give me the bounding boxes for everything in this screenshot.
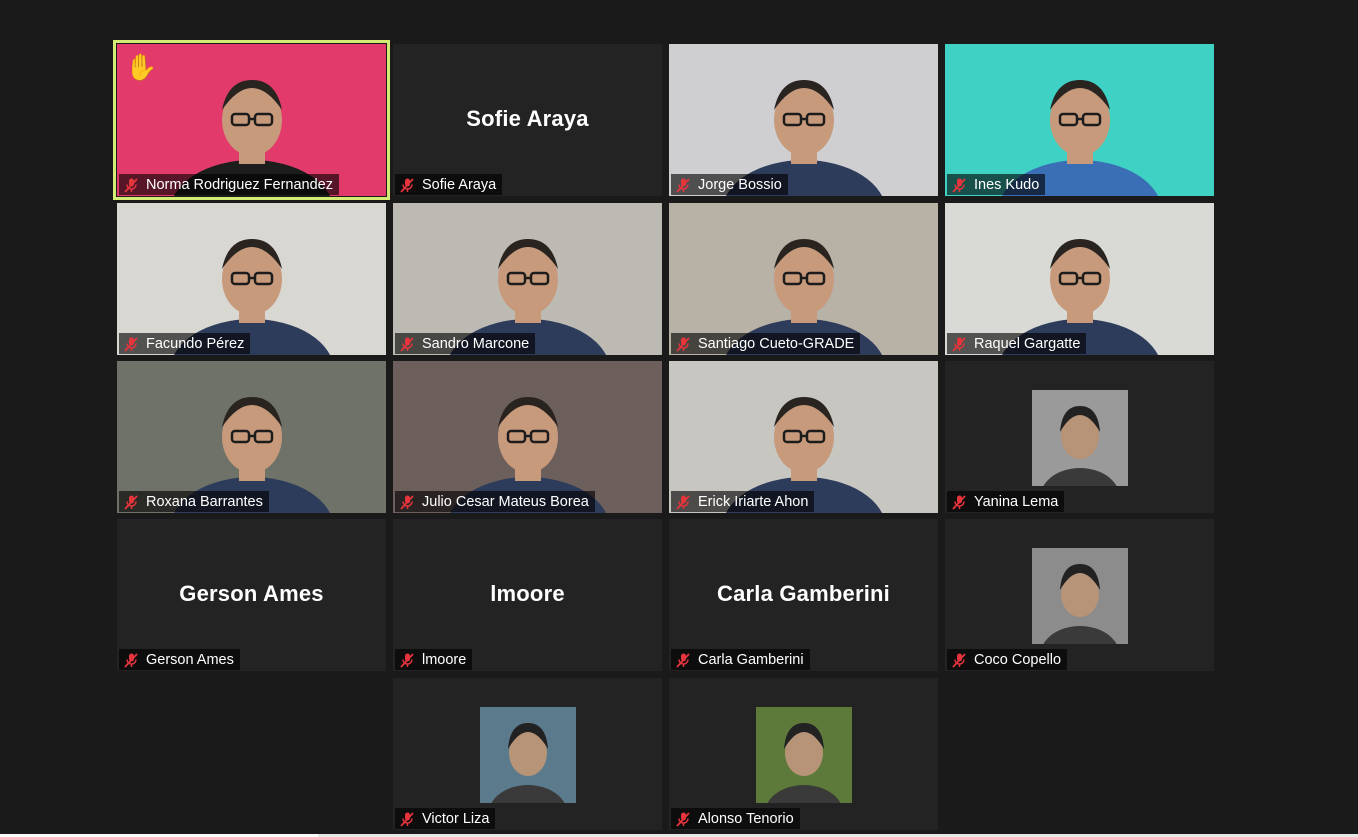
participant-tile-jorge-bossio[interactable]: Jorge Bossio	[669, 44, 938, 196]
participant-tile-coco-copello[interactable]: Coco Copello	[945, 519, 1214, 671]
participant-name: Facundo Pérez	[146, 335, 245, 352]
participant-tile-santiago-cueto-grade[interactable]: Santiago Cueto-GRADE	[669, 203, 938, 355]
participant-tile-facundo-perez[interactable]: Facundo Pérez	[117, 203, 386, 355]
microphone-muted-icon	[399, 652, 415, 668]
participant-tile-julio-cesar-mateus-borea[interactable]: Julio Cesar Mateus Borea	[393, 361, 662, 513]
microphone-muted-icon	[399, 177, 415, 193]
participant-name: Roxana Barrantes	[146, 493, 263, 510]
participant-name: Victor Liza	[422, 810, 490, 827]
microphone-muted-icon	[399, 494, 415, 510]
participant-name-label: Jorge Bossio	[671, 174, 788, 195]
participant-center-name: Gerson Ames	[179, 581, 324, 606]
microphone-muted-icon	[399, 811, 415, 827]
microphone-muted-icon	[951, 336, 967, 352]
participant-name-label: Erick Iriarte Ahon	[671, 491, 815, 512]
microphone-muted-icon	[123, 177, 139, 193]
microphone-muted-icon	[951, 177, 967, 193]
participant-tile-victor-liza[interactable]: Victor Liza	[393, 678, 662, 830]
participant-name: Julio Cesar Mateus Borea	[422, 493, 589, 510]
microphone-muted-icon	[951, 494, 967, 510]
participant-avatar	[479, 707, 576, 803]
participant-name-label: Sandro Marcone	[395, 333, 536, 354]
participant-tile-yanina-lema[interactable]: Yanina Lema	[945, 361, 1214, 513]
participant-tile-roxana-barrantes[interactable]: Roxana Barrantes	[117, 361, 386, 513]
participant-tile-norma-rodriguez-fernandez[interactable]: ✋ Norma Rodriguez Fernandez	[113, 40, 390, 200]
participant-tile-gerson-ames[interactable]: Gerson Ames Gerson Ames	[117, 519, 386, 671]
microphone-muted-icon	[675, 811, 691, 827]
participant-name: Ines Kudo	[974, 176, 1040, 193]
participant-name-label: Sofie Araya	[395, 174, 503, 195]
participant-name: Alonso Tenorio	[698, 810, 794, 827]
microphone-muted-icon	[399, 336, 415, 352]
participant-name: Erick Iriarte Ahon	[698, 493, 809, 510]
participant-tile-erick-iriarte-ahon[interactable]: Erick Iriarte Ahon	[669, 361, 938, 513]
microphone-muted-icon	[123, 336, 139, 352]
participant-center-name: Carla Gamberini	[717, 581, 890, 606]
participant-name: Raquel Gargatte	[974, 335, 1081, 352]
participant-center-name: Sofie Araya	[466, 106, 589, 131]
microphone-muted-icon	[123, 652, 139, 668]
participant-name: Sofie Araya	[422, 176, 497, 193]
participant-avatar	[1031, 390, 1128, 486]
participant-tile-carla-gamberini[interactable]: Carla Gamberini Carla Gamberini	[669, 519, 938, 671]
participant-name: Santiago Cueto-GRADE	[698, 335, 855, 352]
raised-hand-icon: ✋	[125, 52, 158, 82]
participant-tile-raquel-gargatte[interactable]: Raquel Gargatte	[945, 203, 1214, 355]
participant-tile-lmoore[interactable]: lmoore lmoore	[393, 519, 662, 671]
participant-tile-alonso-tenorio[interactable]: Alonso Tenorio	[669, 678, 938, 830]
microphone-muted-icon	[675, 177, 691, 193]
participant-name-label: Carla Gamberini	[671, 649, 810, 670]
participant-name: Coco Copello	[974, 651, 1062, 668]
participant-name: Yanina Lema	[974, 493, 1059, 510]
microphone-muted-icon	[123, 494, 139, 510]
participant-tile-ines-kudo[interactable]: Ines Kudo	[945, 44, 1214, 196]
participant-name-label: Julio Cesar Mateus Borea	[395, 491, 595, 512]
participant-name: lmoore	[422, 651, 467, 668]
participant-name: Jorge Bossio	[698, 176, 782, 193]
participant-tile-sofie-araya[interactable]: Sofie Araya Sofie Araya	[393, 44, 662, 196]
participant-name-label: Roxana Barrantes	[119, 491, 269, 512]
participant-name: Norma Rodriguez Fernandez	[146, 176, 333, 193]
participant-avatar	[1031, 548, 1128, 644]
participant-name-label: Yanina Lema	[947, 491, 1065, 512]
microphone-muted-icon	[675, 336, 691, 352]
participant-name: Gerson Ames	[146, 651, 234, 668]
participant-name-label: lmoore	[395, 649, 473, 670]
participant-name-label: Victor Liza	[395, 808, 496, 829]
participant-name-label: Ines Kudo	[947, 174, 1046, 195]
participant-name-label: Raquel Gargatte	[947, 333, 1087, 354]
microphone-muted-icon	[675, 494, 691, 510]
participant-name-label: Santiago Cueto-GRADE	[671, 333, 861, 354]
participant-center-name: lmoore	[490, 581, 565, 606]
participant-name: Carla Gamberini	[698, 651, 804, 668]
participant-name-label: Coco Copello	[947, 649, 1068, 670]
participant-name: Sandro Marcone	[422, 335, 530, 352]
participant-name-label: Facundo Pérez	[119, 333, 251, 354]
participant-avatar	[755, 707, 852, 803]
microphone-muted-icon	[951, 652, 967, 668]
participant-tile-sandro-marcone[interactable]: Sandro Marcone	[393, 203, 662, 355]
microphone-muted-icon	[675, 652, 691, 668]
participant-name-label: Gerson Ames	[119, 649, 240, 670]
participant-name-label: Norma Rodriguez Fernandez	[119, 174, 339, 195]
participant-name-label: Alonso Tenorio	[671, 808, 800, 829]
